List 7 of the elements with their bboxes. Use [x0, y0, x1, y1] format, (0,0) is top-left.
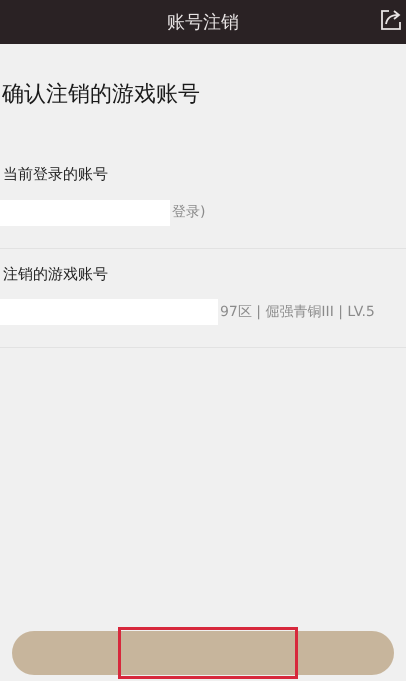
page-title: 账号注销	[167, 10, 239, 34]
share-icon[interactable]	[380, 9, 402, 31]
heading: 确认注销的游戏账号	[2, 81, 201, 109]
account-detail: 97区 | 倔强青铜III | LV.5	[220, 302, 375, 322]
field-label: 当前登录的账号	[3, 164, 109, 185]
account-detail: 登录)	[172, 203, 206, 222]
field-label: 注销的游戏账号	[3, 264, 109, 284]
